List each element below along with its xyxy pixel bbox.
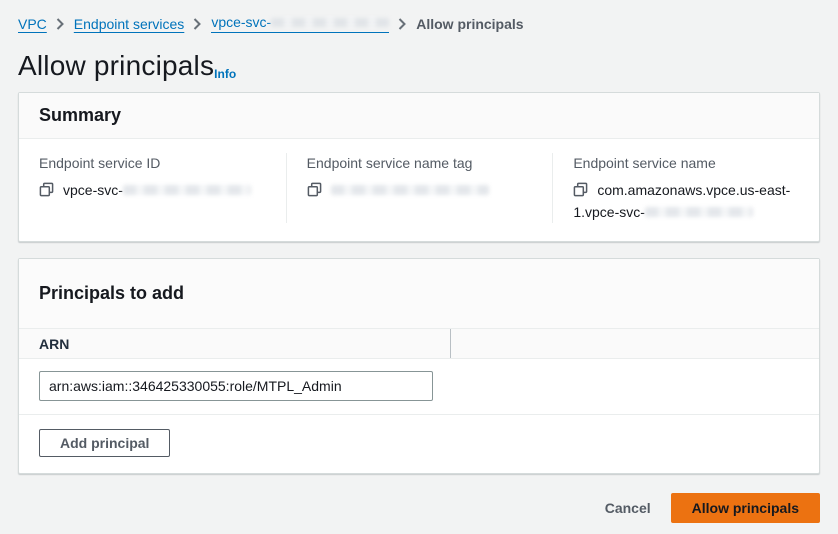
field-label: Endpoint service name tag xyxy=(307,153,535,173)
info-link[interactable]: Info xyxy=(214,67,236,81)
add-principal-button[interactable]: Add principal xyxy=(39,429,170,457)
value-prefix: vpce-svc- xyxy=(63,182,123,198)
field-value: com.amazonaws.vpce.us-east-1.vpce-svc- xyxy=(573,179,801,223)
arn-column-divider xyxy=(450,329,819,358)
arn-table-header: ARN xyxy=(19,328,819,359)
arn-input[interactable] xyxy=(39,371,433,401)
footer-actions: Cancel Allow principals xyxy=(18,493,820,523)
page-title: Allow principals xyxy=(18,50,214,81)
breadcrumb-link-endpoint-services[interactable]: Endpoint services xyxy=(74,16,185,32)
field-value xyxy=(307,179,535,201)
chevron-right-icon xyxy=(193,18,202,30)
principals-card-header: Principals to add xyxy=(19,259,819,328)
breadcrumb-link-vpc[interactable]: VPC xyxy=(18,16,47,32)
chevron-right-icon xyxy=(398,18,407,30)
redacted-value xyxy=(123,185,251,195)
copy-icon[interactable] xyxy=(39,181,54,196)
summary-title: Summary xyxy=(39,105,799,126)
redacted-value xyxy=(645,207,753,217)
summary-field-endpoint-service-name-tag: Endpoint service name tag xyxy=(286,153,553,223)
breadcrumb-service-id-prefix: vpce-svc- xyxy=(211,14,271,30)
field-label: Endpoint service ID xyxy=(39,153,268,173)
principals-to-add-card: Principals to add ARN Add principal xyxy=(18,258,820,474)
breadcrumb-link-service-id[interactable]: vpce-svc- xyxy=(211,14,389,33)
page-title-row: Allow principalsInfo xyxy=(18,50,820,82)
redacted-value xyxy=(271,18,389,27)
breadcrumb-current: Allow principals xyxy=(416,16,523,32)
cancel-button[interactable]: Cancel xyxy=(593,495,663,521)
summary-grid: Endpoint service ID vpce-svc- Endpoint s… xyxy=(19,139,819,241)
copy-icon[interactable] xyxy=(573,181,588,196)
redacted-value xyxy=(331,185,489,195)
field-label: Endpoint service name xyxy=(573,153,801,173)
summary-card-header: Summary xyxy=(19,93,819,139)
copy-icon[interactable] xyxy=(307,181,322,196)
chevron-right-icon xyxy=(56,18,65,30)
allow-principals-button[interactable]: Allow principals xyxy=(671,493,820,523)
arn-input-row xyxy=(19,359,819,415)
breadcrumb: VPC Endpoint services vpce-svc- Allow pr… xyxy=(18,14,820,33)
field-value: vpce-svc- xyxy=(39,179,268,201)
summary-card: Summary Endpoint service ID vpce-svc- En… xyxy=(18,92,820,242)
summary-field-endpoint-service-id: Endpoint service ID vpce-svc- xyxy=(19,153,286,223)
arn-column-header: ARN xyxy=(19,336,450,352)
summary-field-endpoint-service-name: Endpoint service name com.amazonaws.vpce… xyxy=(552,153,819,223)
add-principal-row: Add principal xyxy=(19,415,819,473)
principals-title: Principals to add xyxy=(39,283,799,304)
